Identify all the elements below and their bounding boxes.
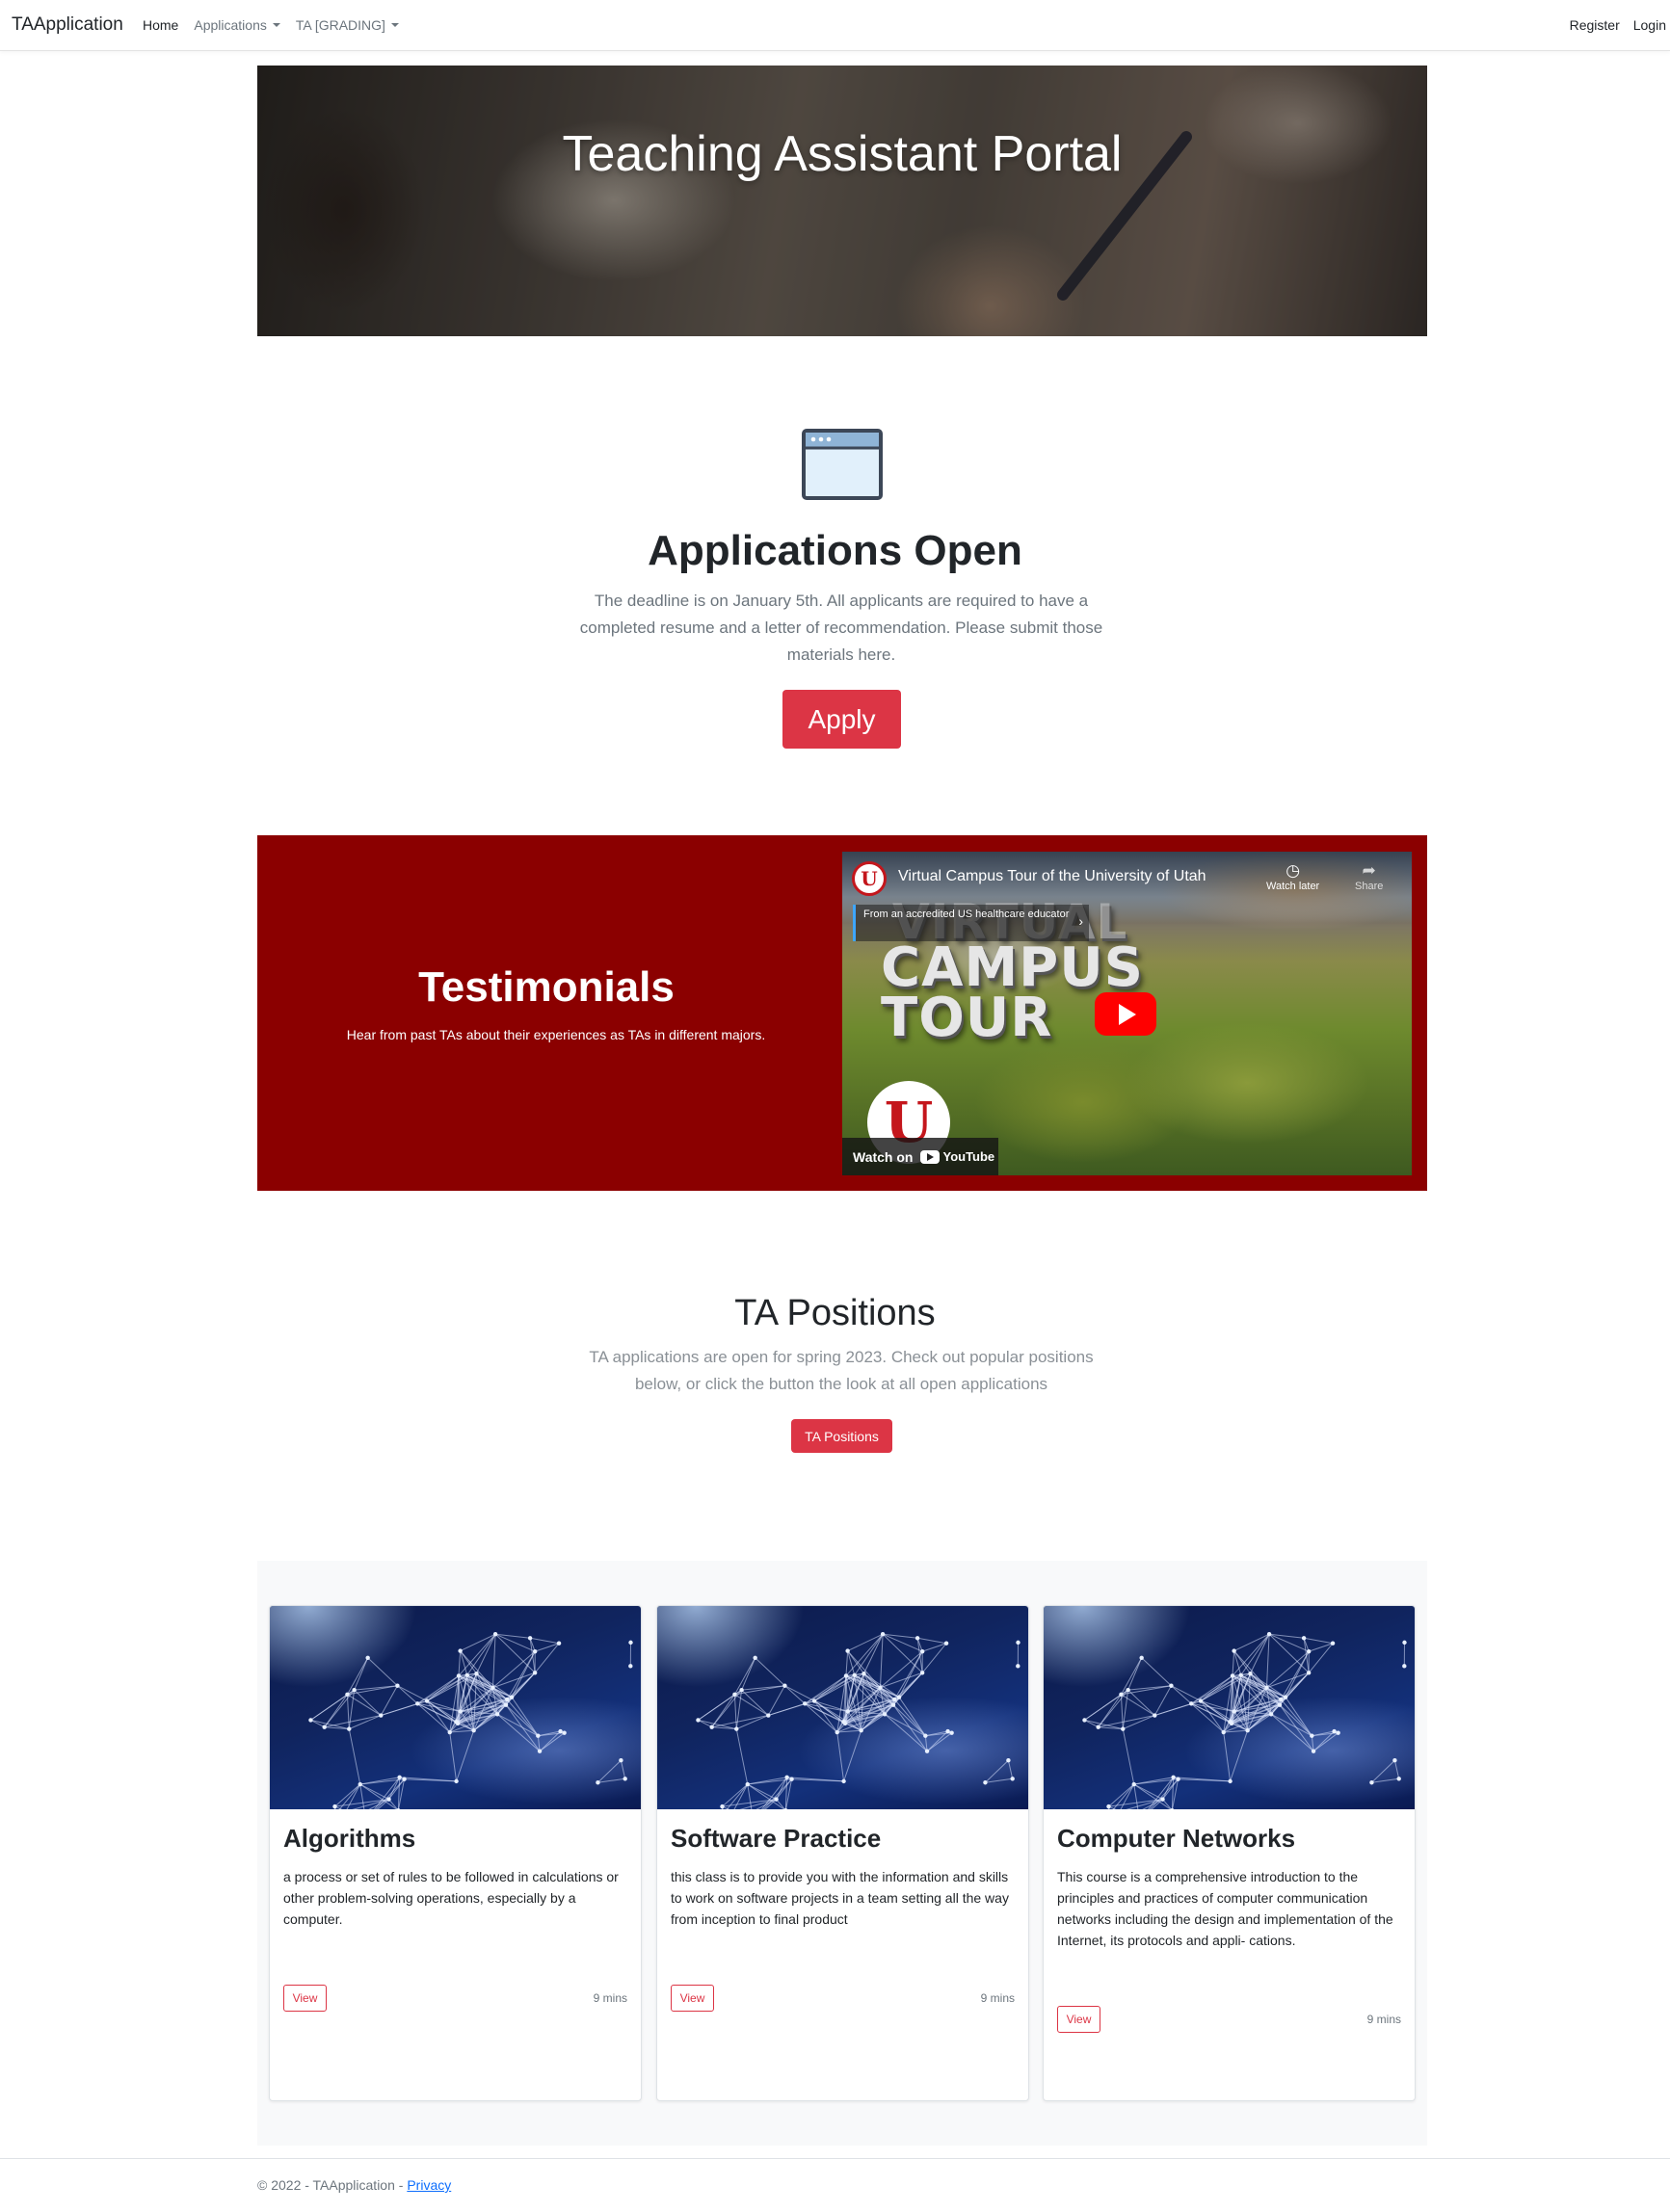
card-network-image [270,1606,641,1809]
card-title: Computer Networks [1057,1824,1296,1853]
positions-description: TA applications are open for spring 2023… [589,1348,1094,1393]
youtube-label: YouTube [942,1149,995,1164]
youtube-video-embed[interactable]: VIRTUAL CAMPUS TOUR U Virtual Campus Tou… [842,852,1412,1175]
nav-home-label: Home [143,17,179,33]
applications-title: Applications Open [648,527,1022,574]
share-arrow-icon: ➦ [1362,861,1376,880]
testimonials-subtitle: Hear from past TAs about their experienc… [346,1027,766,1042]
nav-ta-grading-label: TA [GRADING] [295,17,385,33]
course-cards-section: Algorithms a process or set of rules to … [257,1561,1427,2146]
nav-ta-grading-dropdown[interactable]: TA [GRADING] [296,17,399,33]
course-card-algorithms: Algorithms a process or set of rules to … [269,1605,642,2101]
nav-links: Home Applications TA [GRADING] [143,17,414,33]
testimonials-title: Testimonials [418,963,675,1011]
browser-window-icon [802,429,883,500]
video-overlay-text-tour: TOUR [881,987,1053,1049]
register-link[interactable]: Register [1570,17,1620,33]
chevron-right-icon: › [1078,913,1083,929]
hero-title: Teaching Assistant Portal [562,126,1123,182]
nav-applications-label: Applications [194,17,267,33]
navbar: TAApplication Home Applications TA [GRAD… [0,0,1670,51]
card-text: this class is to provide you with the in… [671,1869,1009,1927]
testimonials-section: Testimonials Hear from past TAs about th… [257,835,1427,1191]
video-title[interactable]: Virtual Campus Tour of the University of… [898,868,1206,885]
info-panel-text: From an accredited US healthcare educato… [863,908,1070,920]
footer: © 2022 - TAApplication - Privacy [257,2177,451,2193]
watch-on-label: Watch on [853,1148,914,1165]
brand-link[interactable]: TAApplication [12,14,123,36]
nav-applications-dropdown[interactable]: Applications [194,17,280,33]
view-button[interactable]: View [671,1985,714,2012]
privacy-link[interactable]: Privacy [407,2177,451,2193]
play-button-icon[interactable] [1095,992,1156,1036]
footer-divider [0,2158,1670,2159]
card-network-image [1044,1606,1415,1809]
hero-overlay [257,66,1427,336]
hero-banner: Teaching Assistant Portal [257,66,1427,336]
apply-button[interactable]: Apply [782,690,901,749]
applications-description: The deadline is on January 5th. All appl… [579,592,1103,664]
share-button[interactable]: ➦ Share [1355,861,1383,892]
youtube-logo-icon: YouTube [920,1149,994,1164]
card-title: Algorithms [283,1824,416,1853]
watch-later-button[interactable]: ◷ Watch later [1266,861,1319,892]
share-label: Share [1355,881,1384,892]
watch-on-youtube-button[interactable]: Watch on YouTube [842,1138,998,1175]
network-mesh-graphic [1082,1632,1407,1809]
ta-positions-button[interactable]: TA Positions [791,1419,892,1453]
card-text: This course is a comprehensive introduct… [1057,1869,1393,1948]
card-text: a process or set of rules to be followed… [283,1869,619,1927]
card-title: Software Practice [671,1824,882,1853]
chevron-down-icon [390,23,399,27]
network-mesh-graphic [696,1632,1021,1809]
youtube-play-icon [920,1149,941,1164]
card-network-image [657,1606,1028,1809]
card-duration: 9 mins [1366,2013,1401,2026]
channel-logo-icon[interactable]: U [852,861,887,896]
view-button[interactable]: View [1057,2006,1100,2033]
nav-home[interactable]: Home [143,17,178,33]
course-card-computer-networks: Computer Networks This course is a compr… [1043,1605,1416,2101]
info-panel-banner[interactable]: From an accredited US healthcare educato… [853,905,1089,941]
course-card-software-practice: Software Practice this class is to provi… [656,1605,1029,2101]
network-mesh-graphic [308,1632,633,1809]
nav-right: Register Login [1556,17,1666,33]
clock-icon: ◷ [1286,861,1301,880]
chevron-down-icon [272,23,280,27]
login-link[interactable]: Login [1633,17,1666,33]
card-duration: 9 mins [980,1991,1015,2005]
card-duration: 9 mins [593,1991,627,2005]
positions-title: TA Positions [734,1293,936,1333]
view-button[interactable]: View [283,1985,327,2012]
watch-later-label: Watch later [1266,881,1320,892]
footer-copyright: © 2022 - TAApplication - [257,2177,408,2193]
